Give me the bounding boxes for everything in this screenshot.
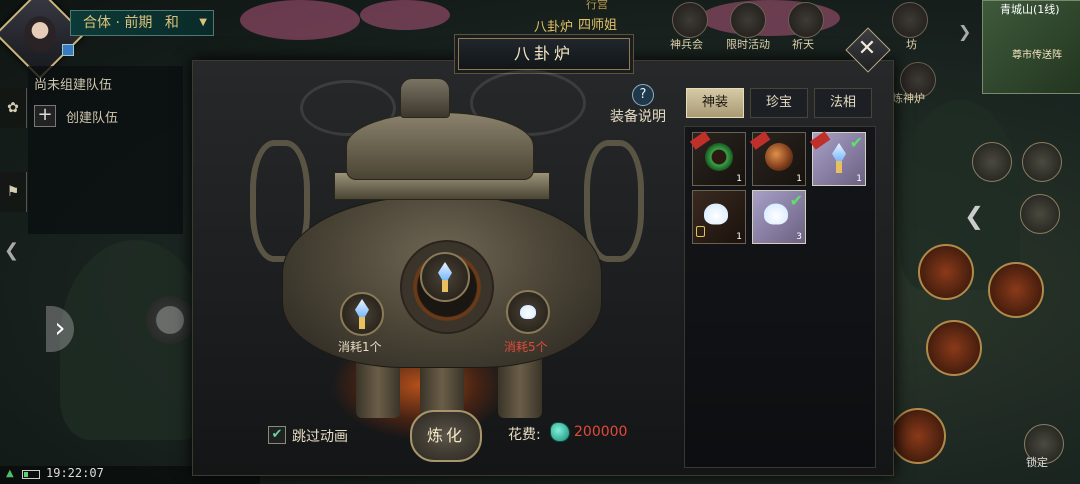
collapse-left-icon[interactable]: ❮: [4, 240, 19, 261]
white-lotus-icon: [760, 201, 793, 228]
equipment-help-label[interactable]: 装备说明: [610, 106, 666, 126]
clock: 19:22:07: [46, 466, 104, 480]
lock-target-label: 锁定: [1026, 456, 1048, 469]
joystick-knob[interactable]: [146, 296, 194, 344]
avatar-portrait: [24, 16, 56, 52]
top-quest-labels: 行宫 八卦炉 四师姐: [500, 0, 660, 35]
inventory-cell[interactable]: ✔ 3: [752, 190, 806, 244]
top-activity-icons: 神兵会 限时活动 祈天 坊: [670, 0, 940, 60]
furnace-right-slot[interactable]: [506, 290, 550, 334]
tree-decoration: [60, 240, 210, 440]
settings-icon[interactable]: [1022, 142, 1062, 182]
tab-divine-equipment[interactable]: 神装: [686, 88, 744, 118]
inventory-cell[interactable]: ✔ 1: [809, 131, 866, 186]
blossom-decoration: [240, 0, 360, 40]
furnace-center-slot[interactable]: [420, 252, 470, 302]
furnace-finial: [400, 78, 450, 118]
furnace-lid: [346, 112, 534, 180]
team-status-text: 尚未组建队伍: [34, 78, 113, 93]
crystal-lotus-icon: [828, 143, 850, 173]
limited-event-icon[interactable]: [730, 2, 766, 38]
bag-icon[interactable]: [972, 142, 1012, 182]
item-count: 1: [736, 174, 742, 184]
top-label-palace: 行宫: [586, 0, 608, 11]
yinyang-icon[interactable]: [1020, 194, 1060, 234]
inventory-cell[interactable]: 1: [689, 131, 746, 186]
create-team-row[interactable]: + 创建队伍: [34, 105, 118, 127]
furnace-handle: [584, 140, 644, 262]
jade-currency-icon: [550, 422, 570, 442]
realm-label: 合体 · 前期: [83, 15, 153, 31]
buff-icon[interactable]: [62, 44, 74, 56]
skill-button[interactable]: [926, 320, 982, 376]
help-icon[interactable]: ?: [632, 84, 654, 106]
minimap-note: 尊市传送阵: [1012, 50, 1062, 61]
skill-button[interactable]: [890, 408, 946, 464]
tab-treasure[interactable]: 珍宝: [750, 88, 808, 118]
skill-button[interactable]: [918, 244, 974, 300]
cost-value: 200000: [574, 424, 628, 440]
cost-label: 花费:: [508, 427, 541, 443]
wifi-icon: ▲: [6, 468, 14, 479]
consume-left-text: 消耗1个: [338, 340, 382, 354]
minimap-title: 青城山(1线): [1000, 3, 1060, 16]
skill-button[interactable]: [988, 262, 1044, 318]
refine-furnace-label: 炼神炉: [892, 92, 925, 105]
top-icon-label: 神兵会: [670, 38, 703, 51]
create-team-label[interactable]: 创建队伍: [66, 107, 118, 126]
tab-dharma[interactable]: 法相: [814, 88, 872, 118]
inventory-cell[interactable]: 1: [749, 131, 806, 186]
realm-indicator[interactable]: 合体 · 前期 和 ▼: [70, 10, 214, 36]
crystal-lotus-icon: [434, 262, 456, 292]
battery-icon: [22, 470, 40, 479]
top-label-sister[interactable]: 四师姐: [578, 14, 617, 33]
item-count: 1: [856, 174, 862, 184]
sidebar-tab-task[interactable]: ✿: [0, 88, 27, 128]
inventory-cell[interactable]: 1: [692, 190, 746, 244]
plus-icon[interactable]: +: [34, 105, 56, 127]
top-icon-label: 祈天: [792, 38, 814, 51]
divine-weapon-icon[interactable]: [672, 2, 708, 38]
skip-animation-checkbox[interactable]: ✔: [268, 426, 286, 444]
refine-button[interactable]: 炼化: [410, 410, 482, 462]
top-icon-label: 限时活动: [726, 38, 770, 51]
top-icon-label: 坊: [906, 38, 917, 51]
realm-suffix: 和: [164, 15, 179, 31]
sidebar-tab-flag[interactable]: ⚑: [0, 172, 27, 212]
skip-animation-label[interactable]: 跳过动画: [292, 426, 348, 446]
item-count: 1: [796, 174, 802, 184]
shop-icon[interactable]: [892, 2, 928, 38]
expand-right-icon[interactable]: ❯: [958, 22, 971, 41]
item-count: 3: [796, 232, 802, 242]
collapse-right-icon[interactable]: ❮: [964, 202, 984, 230]
white-lotus-icon: [517, 303, 539, 321]
close-icon[interactable]: ✕: [852, 34, 882, 64]
top-label-furnace[interactable]: 八卦炉: [534, 16, 573, 35]
consume-right-text: 消耗5个: [504, 340, 548, 354]
selected-check-icon: ✔: [849, 133, 863, 152]
blossom-decoration: [360, 0, 450, 30]
pray-icon[interactable]: [788, 2, 824, 38]
dialog-title: 八卦炉: [458, 38, 630, 70]
jade-ring-icon: [705, 143, 733, 171]
chevron-down-icon: ▼: [199, 17, 207, 28]
furnace-left-slot[interactable]: [340, 292, 384, 336]
amber-orb-icon: [765, 143, 793, 171]
lock-icon: [696, 226, 705, 237]
crystal-lotus-icon: [351, 299, 373, 329]
item-count: 1: [736, 232, 742, 242]
white-lotus-icon: [700, 201, 733, 228]
selected-check-icon: ✔: [789, 191, 803, 210]
